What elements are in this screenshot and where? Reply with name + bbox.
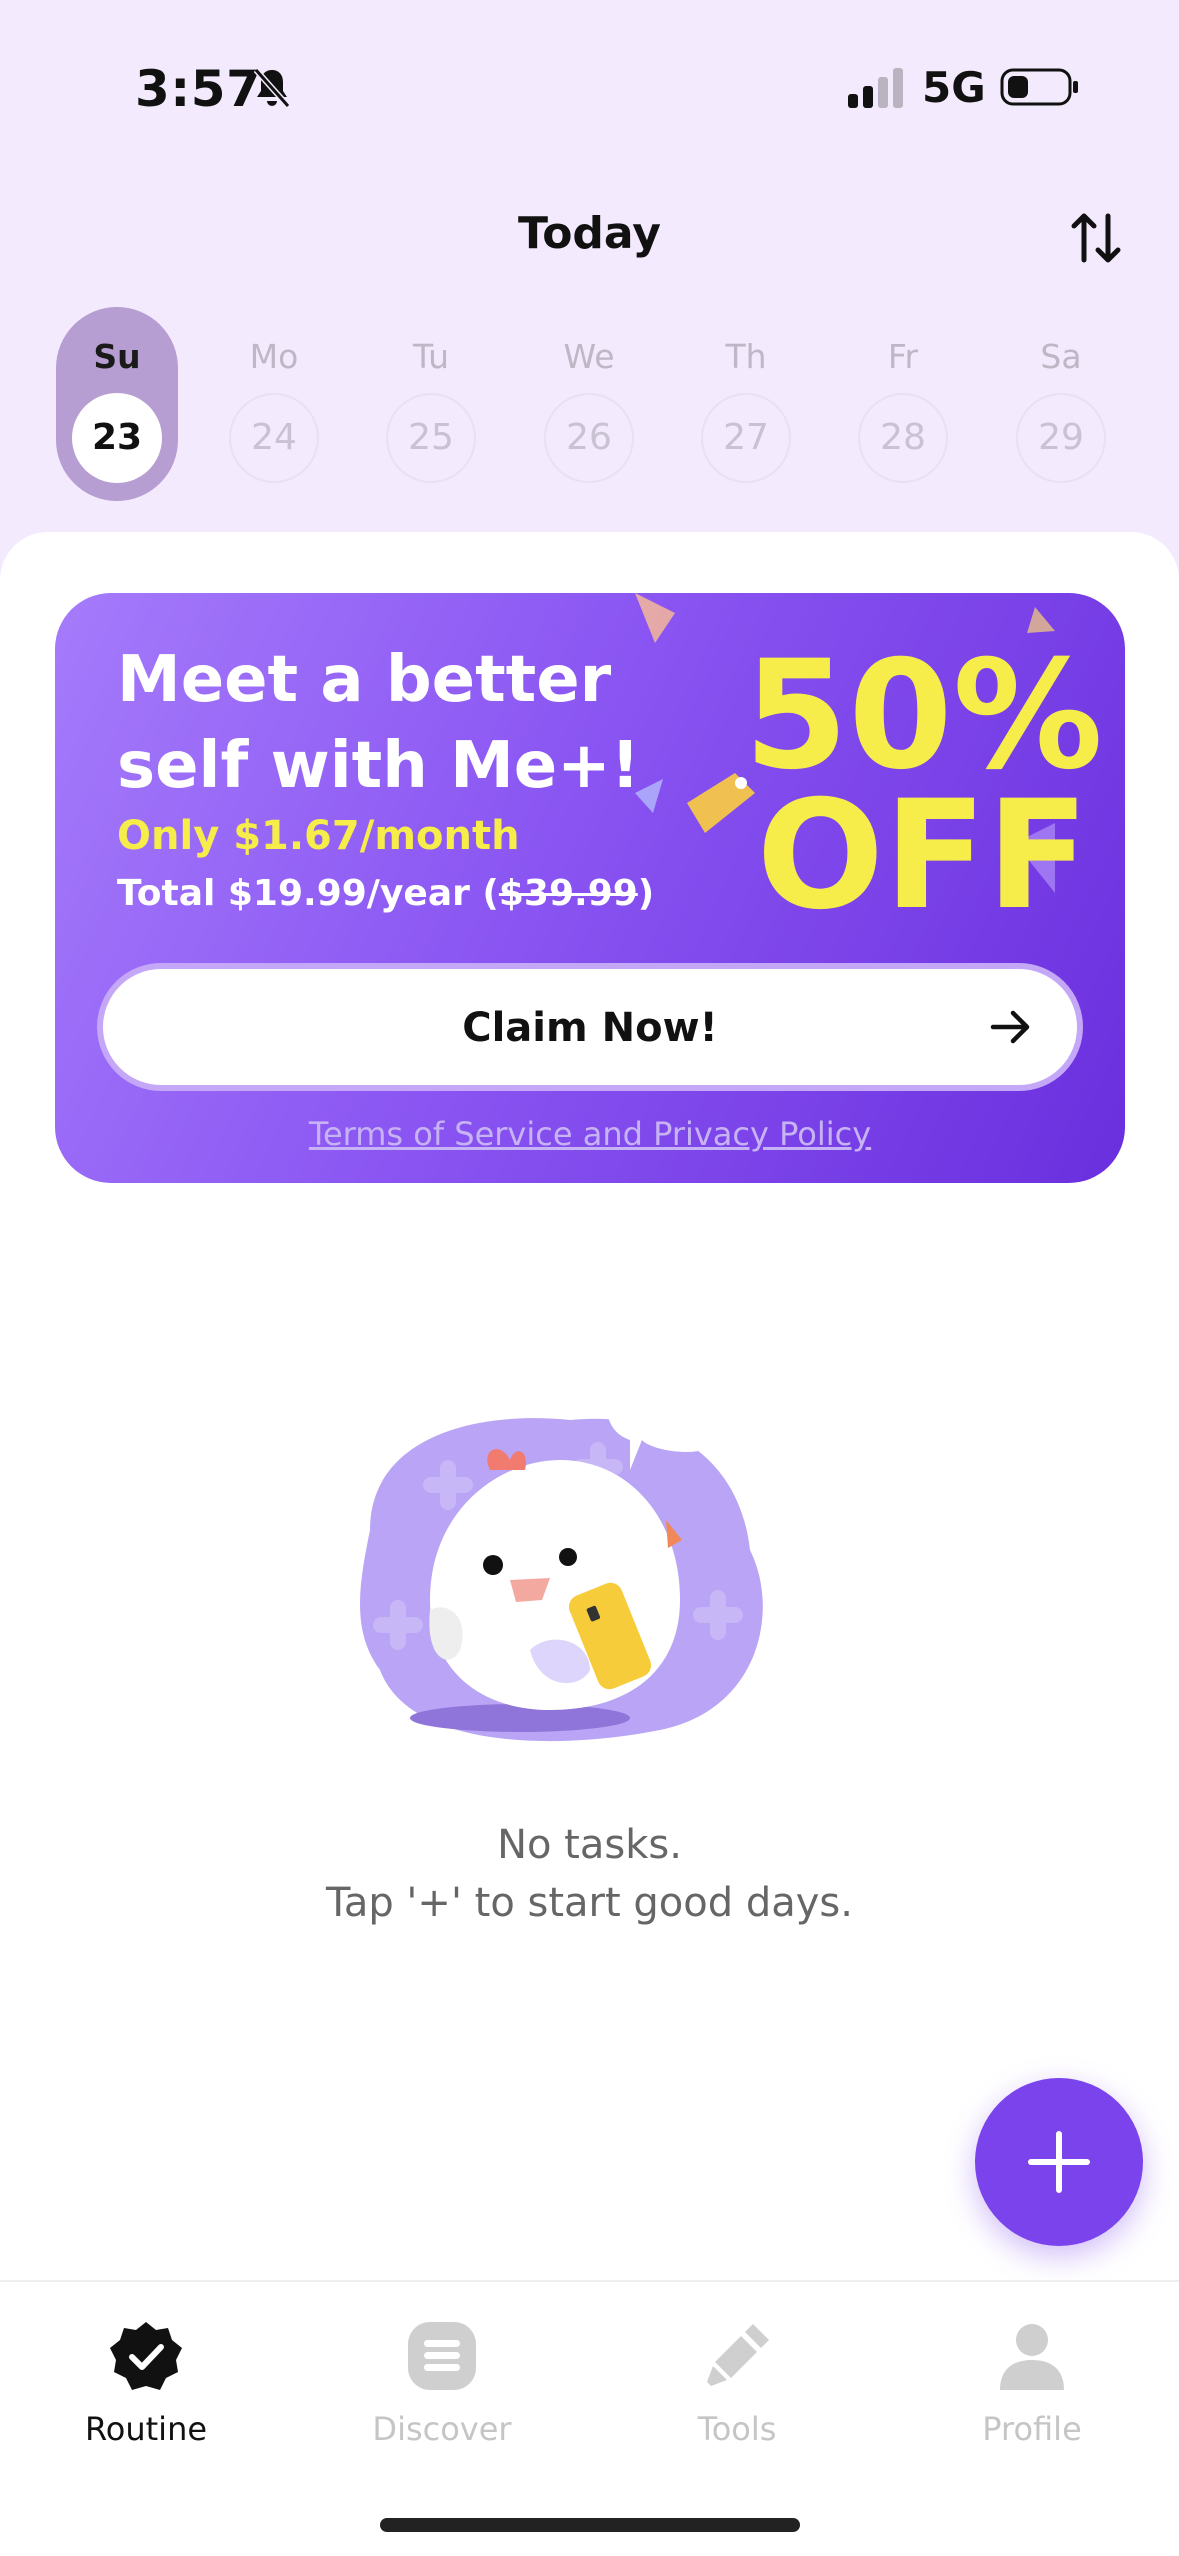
promo-total-price: Total $19.99/year ($39.99) [117, 873, 654, 914]
day-date: 27 [701, 393, 791, 483]
battery-icon [1000, 68, 1078, 106]
home-indicator[interactable] [380, 2518, 800, 2532]
promo-monthly-price: Only $1.67/month [117, 813, 520, 859]
day-date: 26 [544, 393, 634, 483]
tab-profile[interactable]: Profile [912, 2320, 1152, 2460]
network-type: 5G [922, 63, 986, 112]
day-date: 25 [386, 393, 476, 483]
day-friday[interactable]: Fr 28 [842, 307, 964, 501]
discount-badge: 50% OFF [703, 641, 1103, 943]
status-bar: 3:57 5G [0, 0, 1179, 170]
day-wednesday[interactable]: We 26 [528, 307, 650, 501]
plus-icon [1028, 2131, 1090, 2193]
person-icon [1000, 2324, 1064, 2390]
arrow-right-icon [990, 1010, 1030, 1044]
day-date: 29 [1016, 393, 1106, 483]
add-task-button[interactable] [975, 2078, 1143, 2246]
check-badge-icon [110, 2322, 182, 2390]
cellular-signal-icon [848, 68, 903, 108]
day-saturday[interactable]: Sa 29 [1000, 307, 1122, 501]
day-name: Sa [1040, 337, 1082, 376]
promo-total-suffix: ) [637, 873, 655, 914]
chicken-mascot-illustration [360, 1355, 763, 1742]
empty-state-title: No tasks. [497, 1822, 682, 1868]
tab-label: Discover [372, 2410, 512, 2448]
sort-icon[interactable] [1064, 206, 1128, 270]
day-name: Su [93, 337, 141, 376]
day-name: Fr [887, 337, 919, 376]
day-date: 24 [229, 393, 319, 483]
day-name: Mo [249, 337, 299, 376]
page-title: Today [518, 208, 661, 259]
day-name: We [563, 337, 615, 376]
promo-banner[interactable]: Meet a better self with Me+! Only $1.67/… [55, 593, 1125, 1183]
claim-now-button[interactable]: Claim Now! [97, 963, 1083, 1091]
tab-label: Profile [982, 2410, 1082, 2448]
menu-list-icon [408, 2322, 476, 2390]
bell-muted-icon [253, 68, 291, 108]
terms-link[interactable]: Terms of Service and Privacy Policy [55, 1115, 1125, 1153]
day-sunday[interactable]: Su 23 [56, 307, 178, 501]
tab-discover[interactable]: Discover [322, 2320, 562, 2460]
week-strip: Su 23 Mo 24 Tu 25 We 26 Th 27 Fr 28 Sa 2… [56, 307, 1136, 501]
promo-title: Meet a better self with Me+! [117, 643, 640, 803]
tab-label: Routine [84, 2410, 208, 2448]
claim-now-label: Claim Now! [462, 1005, 718, 1051]
day-name: Tu [412, 337, 450, 376]
discount-word: OFF [756, 769, 1089, 943]
day-name: Th [725, 337, 767, 376]
status-time: 3:57 [135, 60, 262, 118]
promo-old-price: $39.99 [498, 873, 638, 914]
tools-icon [707, 2324, 769, 2386]
tab-routine[interactable]: Routine [26, 2320, 266, 2460]
tab-tools[interactable]: Tools [617, 2320, 857, 2460]
bottom-tab-bar: Routine Discover Tools Profile [0, 2280, 1179, 2556]
day-tuesday[interactable]: Tu 25 [370, 307, 492, 501]
day-date: 28 [858, 393, 948, 483]
tab-label: Tools [697, 2410, 777, 2448]
day-thursday[interactable]: Th 27 [685, 307, 807, 501]
promo-total-prefix: Total $19.99/year ( [117, 873, 499, 914]
day-monday[interactable]: Mo 24 [213, 307, 335, 501]
empty-state-hint: Tap '+' to start good days. [326, 1880, 853, 1926]
day-date: 23 [72, 393, 162, 483]
